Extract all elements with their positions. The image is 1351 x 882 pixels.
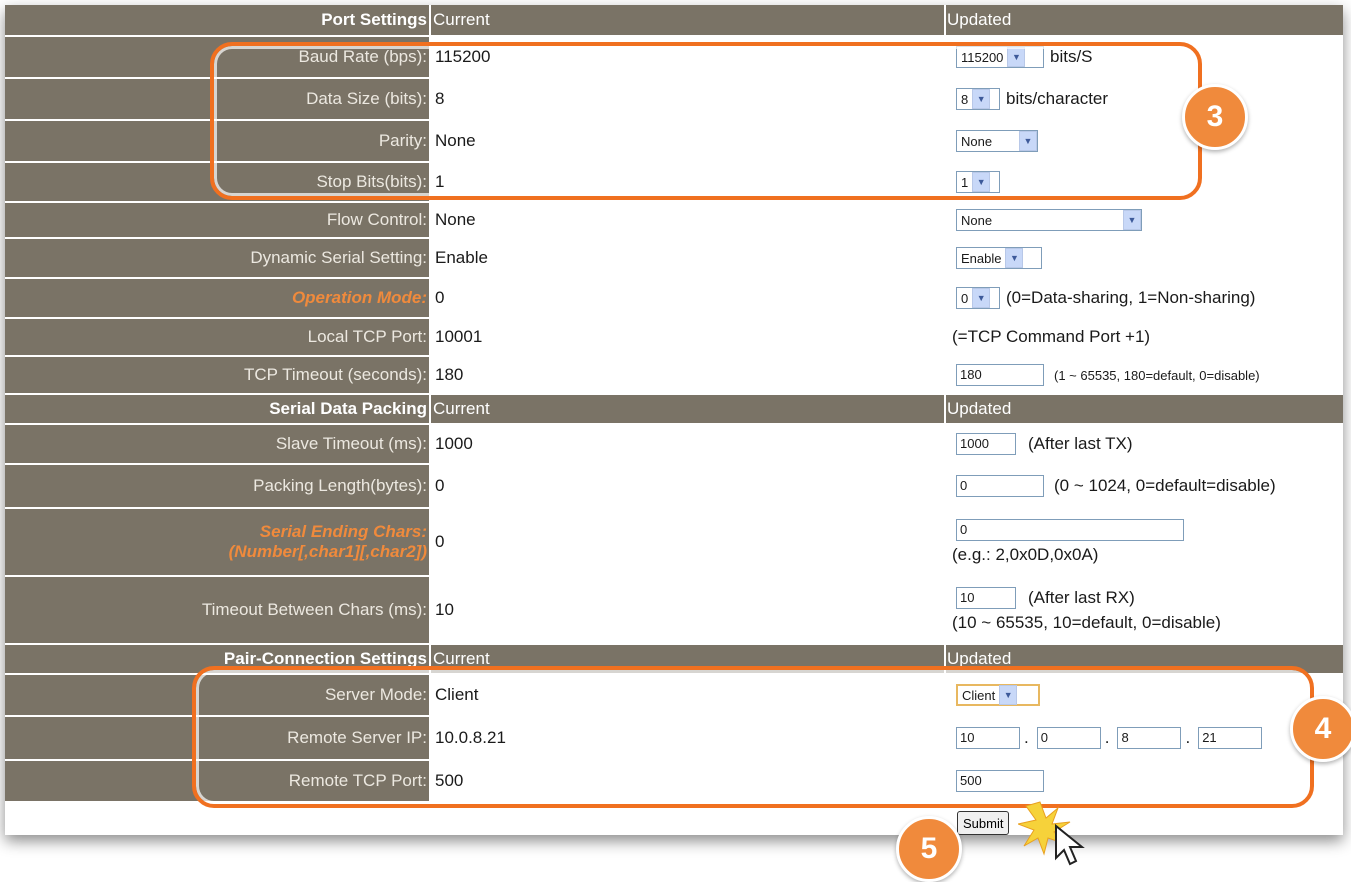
serial-ending-chars-current: 0 [435, 532, 445, 551]
operation-mode-note: (0=Data-sharing, 1=Non-sharing) [1006, 288, 1256, 307]
serial-ending-chars-note: (e.g.: 2,0x0D,0x0A) [952, 545, 1099, 564]
packing-length-note: (0 ~ 1024, 0=default=disable) [1054, 476, 1276, 495]
slave-timeout-input[interactable]: 1000 [956, 433, 1016, 455]
step-4-badge: 4 [1290, 696, 1351, 762]
timeout-between-chars-range: (10 ~ 65535, 10=default, 0=disable) [952, 613, 1221, 632]
operation-mode-row: Operation Mode: 0 0 ▼ (0=Data-sharing, 1=… [5, 279, 1343, 317]
serial-ending-chars-input[interactable]: 0 [956, 519, 1184, 541]
dynamic-serial-row: Dynamic Serial Setting: Enable Enable ▼ [5, 239, 1343, 277]
serial-ending-chars-row: Serial Ending Chars: (Number[,char1][,ch… [5, 509, 1343, 575]
step-5-badge: 5 [896, 816, 962, 882]
local-tcp-port-label: Local TCP Port: [307, 327, 427, 346]
chevron-down-icon: ▼ [1123, 210, 1141, 230]
timeout-between-chars-input[interactable]: 10 [956, 587, 1016, 609]
packing-length-current: 0 [435, 476, 445, 495]
section-title: Serial Data Packing [269, 399, 427, 418]
submit-button[interactable]: Submit [957, 811, 1010, 835]
timeout-between-chars-label: Timeout Between Chars (ms): [201, 600, 427, 619]
tcp-timeout-input[interactable]: 180 [956, 364, 1044, 386]
timeout-between-chars-row: Timeout Between Chars (ms): 10 10 (After… [5, 577, 1343, 643]
local-tcp-port-row: Local TCP Port: 10001 (=TCP Command Port… [5, 319, 1343, 355]
timeout-between-chars-note: (After last RX) [1028, 588, 1135, 607]
operation-mode-label: Operation Mode: [291, 288, 427, 307]
flow-control-current: None [435, 210, 476, 229]
port-settings-header: Port Settings Current Updated [5, 5, 1343, 35]
section-title: Port Settings [321, 10, 427, 29]
updated-column-header: Updated [947, 399, 1012, 418]
tcp-timeout-row: TCP Timeout (seconds): 180 180 (1 ~ 6553… [5, 357, 1343, 393]
packing-length-row: Packing Length(bytes): 0 0 (0 ~ 1024, 0=… [5, 465, 1343, 507]
operation-mode-select[interactable]: 0 ▼ [956, 287, 1000, 309]
chevron-down-icon: ▼ [1005, 248, 1024, 268]
updated-column-header: Updated [947, 10, 1012, 29]
flow-control-select[interactable]: None ▼ [956, 209, 1142, 231]
click-cursor-icon [1018, 801, 1085, 866]
local-tcp-port-current: 10001 [435, 327, 483, 346]
slave-timeout-label: Slave Timeout (ms): [275, 434, 427, 453]
chevron-down-icon: ▼ [972, 288, 991, 308]
dynamic-serial-label: Dynamic Serial Setting: [250, 248, 427, 267]
flow-control-label: Flow Control: [326, 210, 427, 229]
local-tcp-port-note: (=TCP Command Port +1) [952, 327, 1151, 346]
highlight-box-pair [192, 666, 1314, 808]
current-column-header: Current [433, 5, 944, 35]
slave-timeout-current: 1000 [435, 434, 473, 453]
serial-ending-chars-format: (Number[,char1][,char2]) [228, 542, 427, 561]
flow-control-row: Flow Control: None None ▼ [5, 203, 1343, 237]
slave-timeout-note: (After last TX) [1028, 434, 1133, 453]
tcp-timeout-note: (1 ~ 65535, 180=default, 0=disable) [1054, 367, 1260, 383]
serial-data-packing-header: Serial Data Packing Current Updated [5, 395, 1343, 423]
serial-ending-chars-label: Serial Ending Chars: [259, 522, 427, 541]
slave-timeout-row: Slave Timeout (ms): 1000 1000 (After las… [5, 425, 1343, 463]
operation-mode-current: 0 [435, 288, 445, 307]
tcp-timeout-current: 180 [435, 365, 464, 384]
packing-length-input[interactable]: 0 [956, 475, 1044, 497]
dynamic-serial-current: Enable [435, 248, 488, 267]
dynamic-serial-select[interactable]: Enable ▼ [956, 247, 1042, 269]
packing-length-label: Packing Length(bytes): [253, 476, 427, 495]
step-3-badge: 3 [1182, 84, 1248, 150]
tcp-timeout-label: TCP Timeout (seconds): [244, 365, 427, 384]
highlight-box-port [210, 42, 1202, 200]
current-column-header: Current [433, 395, 944, 423]
timeout-between-chars-current: 10 [435, 600, 454, 619]
